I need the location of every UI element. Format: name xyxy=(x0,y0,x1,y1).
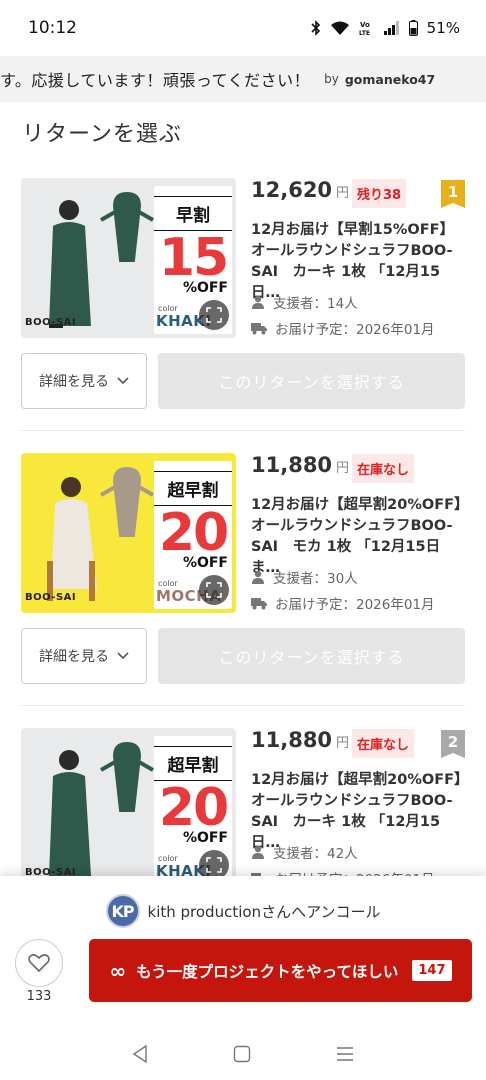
discount-percent: 15 xyxy=(158,228,229,288)
discount-off: %OFF xyxy=(182,555,228,571)
status-time: 10:12 xyxy=(28,18,77,38)
delivery-row: お届け予定：2026年01月 xyxy=(251,318,435,338)
price-unit: 円 xyxy=(336,461,350,476)
bluetooth-icon xyxy=(311,20,320,36)
status-bar: 10:12 Vo LTE 51% xyxy=(0,0,486,56)
supporters-count: 支援者：14人 xyxy=(273,296,358,312)
battery-icon xyxy=(408,20,418,36)
like-button[interactable] xyxy=(15,939,63,987)
encore-text: kith productionさんへアンコール xyxy=(147,902,381,921)
price-unit: 円 xyxy=(336,736,350,751)
encore-bar: KP kith productionさんへアンコール 133 ∞ もう一度プロジ… xyxy=(0,876,486,1028)
rank-badge: 1 xyxy=(441,180,465,208)
stock-badge: 在庫なし xyxy=(352,454,415,483)
supporters-row: 支援者：30人 xyxy=(251,567,358,587)
section-title: リターンを選ぶ xyxy=(22,122,182,147)
recents-icon[interactable] xyxy=(336,1045,354,1063)
divider xyxy=(21,705,465,706)
ticker-by: by xyxy=(324,72,339,86)
sleeping-bag-figure xyxy=(100,741,154,812)
supporters-count: 支援者：42人 xyxy=(273,846,358,862)
discount-off: %OFF xyxy=(182,830,228,846)
discount-off: %OFF xyxy=(182,280,228,296)
price-value: 11,880 xyxy=(251,728,333,752)
expand-icon[interactable] xyxy=(199,575,229,605)
signal-icon xyxy=(383,21,399,35)
select-reward-button[interactable]: このリターンを選択する xyxy=(158,628,465,684)
discount-tag: 超早割 xyxy=(154,746,232,781)
heart-icon xyxy=(28,954,50,973)
reward-image[interactable]: BOO-SAI 超早割 20 %OFF color MOCHA xyxy=(21,453,236,613)
price-value: 12,620 xyxy=(251,178,333,202)
wifi-icon xyxy=(330,21,349,35)
encore-request-label: もう一度プロジェクトをやってほしい xyxy=(136,962,399,981)
truck-icon xyxy=(251,597,267,609)
supporters-row: 支援者：42人 xyxy=(251,842,358,862)
detail-button[interactable]: 詳細を見る xyxy=(21,628,147,684)
chevron-down-icon xyxy=(117,652,129,660)
stock-badge: 在庫なし xyxy=(352,729,415,758)
discount-tag: 超早割 xyxy=(154,471,232,506)
like-count: 133 xyxy=(26,989,52,1004)
reward-price: 11,880 円 xyxy=(251,453,349,477)
reward-price: 11,880 円 xyxy=(251,728,349,752)
discount-percent: 20 xyxy=(158,778,229,838)
delivery-date: お届け予定：2026年01月 xyxy=(275,322,435,338)
brand-logo: BOO-SAI xyxy=(25,592,77,603)
supporters-row: 支援者：14人 xyxy=(251,292,358,312)
home-icon[interactable] xyxy=(233,1045,251,1063)
detail-button[interactable]: 詳細を見る xyxy=(21,353,147,409)
encore-request-count: 147 xyxy=(412,960,452,981)
stock-badge: 残り38 xyxy=(352,179,407,208)
svg-text:Vo: Vo xyxy=(360,21,370,29)
battery-percent: 51% xyxy=(426,19,460,37)
detail-label: 詳細を見る xyxy=(39,374,109,390)
infinity-icon: ∞ xyxy=(109,958,127,983)
sleeping-bag-figure xyxy=(100,466,154,537)
brand-logo: BOO-SAI xyxy=(25,317,77,328)
status-icons: Vo LTE 51% xyxy=(311,19,460,37)
back-icon[interactable] xyxy=(132,1045,148,1063)
delivery-date: お届け予定：2026年01月 xyxy=(275,597,435,613)
discount-percent: 20 xyxy=(158,503,229,563)
avatar: KP xyxy=(105,894,140,928)
cheer-ticker: す。応援しています！頑張ってください！ by gomaneko47 xyxy=(0,56,486,102)
discount-tag: 早割 xyxy=(154,196,232,231)
chevron-down-icon xyxy=(117,377,129,385)
svg-text:LTE: LTE xyxy=(359,30,370,36)
expand-icon[interactable] xyxy=(199,300,229,330)
ticker-message: す。応援しています！頑張ってください！ xyxy=(0,71,311,90)
person-icon xyxy=(252,845,264,859)
delivery-row: お届け予定：2026年01月 xyxy=(251,593,435,613)
detail-label: 詳細を見る xyxy=(39,649,109,665)
select-reward-button[interactable]: このリターンを選択する xyxy=(158,353,465,409)
system-nav-bar xyxy=(0,1028,486,1080)
encore-request-button[interactable]: ∞ もう一度プロジェクトをやってほしい 147 xyxy=(89,939,472,1002)
ticker-user: gomaneko47 xyxy=(344,71,436,87)
person-icon xyxy=(252,570,264,584)
rank-badge: 2 xyxy=(441,730,465,758)
encore-row: KP kith productionさんへアンコール xyxy=(0,894,486,928)
reward-image[interactable]: BOO-SAI 超早割 20 %OFF color KHAKI xyxy=(21,728,236,888)
reward-price: 12,620 円 xyxy=(251,178,349,202)
price-value: 11,880 xyxy=(251,453,333,477)
truck-icon xyxy=(251,322,267,334)
price-unit: 円 xyxy=(336,186,350,201)
reward-image[interactable]: BOO-SAI 早割 15 %OFF color KHAKI xyxy=(21,178,236,338)
sleeping-bag-figure xyxy=(100,191,154,262)
person-icon xyxy=(252,295,264,309)
volte-icon: VoLTE xyxy=(359,21,370,36)
divider xyxy=(21,430,465,431)
supporters-count: 支援者：30人 xyxy=(273,571,358,587)
